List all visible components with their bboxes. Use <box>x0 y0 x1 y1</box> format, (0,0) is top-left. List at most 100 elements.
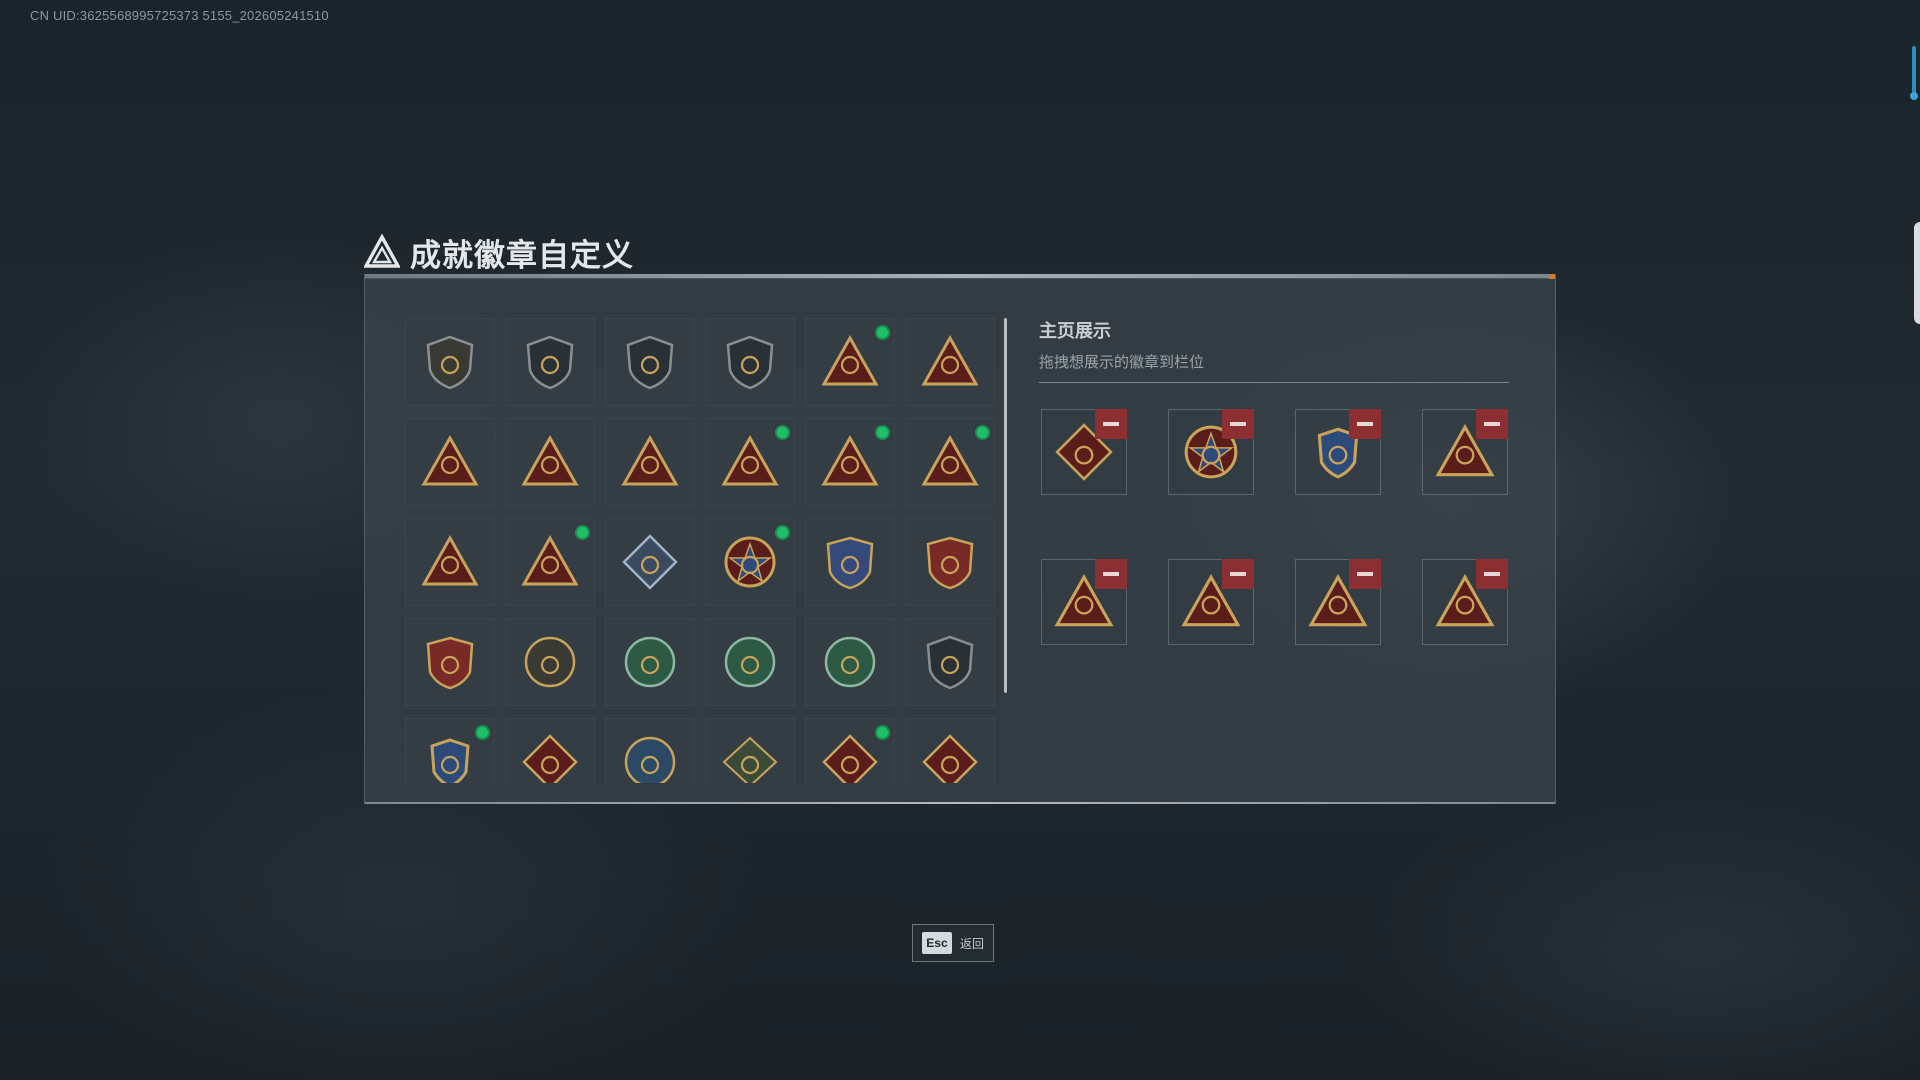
panel-bottom-line <box>365 802 1555 804</box>
badge-cell[interactable] <box>905 418 995 506</box>
showcase-slot[interactable] <box>1295 559 1381 645</box>
triangle-number-one-badge-icon <box>621 434 679 486</box>
badge-cell[interactable] <box>505 418 595 506</box>
page-header: 成就徽章自定义 <box>364 232 634 273</box>
remove-badge-button[interactable] <box>1095 559 1127 589</box>
showcase-title: 主页展示 <box>1039 321 1111 341</box>
triangle-wings-badge-icon <box>921 434 979 486</box>
minus-icon <box>1484 572 1500 576</box>
badge-cell[interactable] <box>705 718 795 783</box>
shield-helicopter-badge-icon <box>526 335 574 390</box>
showcase-slot[interactable] <box>1041 559 1127 645</box>
minus-icon <box>1484 422 1500 426</box>
back-label: 返回 <box>959 936 984 951</box>
badge-cell[interactable] <box>405 418 495 506</box>
badge-cell[interactable] <box>805 418 895 506</box>
homepage-showcase: 主页展示 拖拽想展示的徽章到栏位 <box>1039 317 1509 645</box>
remove-badge-button[interactable] <box>1222 559 1254 589</box>
diamond-cube-badge-icon <box>622 534 678 590</box>
showcase-divider <box>1039 382 1509 383</box>
triangle-soldier-badge-icon <box>821 434 879 486</box>
shield-triangle-badge-icon <box>426 335 474 390</box>
remove-badge-button[interactable] <box>1222 409 1254 439</box>
winged-shield-badge-icon <box>430 738 470 783</box>
remove-badge-button[interactable] <box>1349 559 1381 589</box>
showcase-slot[interactable] <box>1168 409 1254 495</box>
new-badge-dot <box>875 725 890 740</box>
new-badge-dot <box>875 325 890 340</box>
shield-diamond-badge-icon <box>626 335 674 390</box>
new-badge-dot <box>475 725 490 740</box>
badge-cell[interactable] <box>805 618 895 706</box>
badge-cell[interactable] <box>805 518 895 606</box>
showcase-hint: 拖拽想展示的徽章到栏位 <box>1039 354 1205 371</box>
edge-side-tab[interactable] <box>1914 222 1920 324</box>
badge-cell[interactable] <box>905 718 995 783</box>
blue-crest-badge-icon <box>826 536 874 590</box>
minus-icon <box>1357 572 1373 576</box>
triangle-canister-badge-icon <box>821 334 879 386</box>
badge-cell[interactable] <box>705 418 795 506</box>
uid-label: CN UID:3625568995725373 5155_20260524151… <box>30 8 329 23</box>
triangle-logo-icon <box>364 234 400 268</box>
red-shield-crest-badge-icon <box>426 636 474 690</box>
badge-cell[interactable] <box>405 618 495 706</box>
shield-arrow-badge-icon <box>726 335 774 390</box>
new-badge-dot <box>775 525 790 540</box>
panel-top-bar <box>365 274 1555 279</box>
showcase-slot[interactable] <box>1295 409 1381 495</box>
badge-cell[interactable] <box>405 318 495 406</box>
badge-cell[interactable] <box>605 318 695 406</box>
back-button[interactable]: Esc 返回 <box>912 924 994 962</box>
badge-cell[interactable] <box>405 718 495 783</box>
minus-icon <box>1230 572 1246 576</box>
shield-scope-badge-icon <box>926 635 974 690</box>
badge-cell[interactable] <box>905 318 995 406</box>
showcase-slot[interactable] <box>1168 559 1254 645</box>
triangle-figures-badge-icon <box>421 534 479 586</box>
minus-icon <box>1103 422 1119 426</box>
badge-cell[interactable] <box>805 318 895 406</box>
badge-cell[interactable] <box>605 518 695 606</box>
badge-cell[interactable] <box>505 318 595 406</box>
round-target-badge-icon <box>524 636 576 688</box>
showcase-slot[interactable] <box>1041 409 1127 495</box>
badge-cell[interactable] <box>505 718 595 783</box>
remove-badge-button[interactable] <box>1349 409 1381 439</box>
dragon-diamond-badge-icon <box>822 734 878 783</box>
badge-cell[interactable] <box>605 718 695 783</box>
new-badge-dot <box>775 425 790 440</box>
new-badge-dot <box>575 525 590 540</box>
badge-cell[interactable] <box>605 418 695 506</box>
minus-icon <box>1230 422 1246 426</box>
remove-badge-button[interactable] <box>1476 409 1508 439</box>
showcase-slot[interactable] <box>1422 559 1508 645</box>
badge-cell[interactable] <box>705 618 795 706</box>
triangle-helmet-badge-icon <box>521 434 579 486</box>
grid-scrollbar[interactable] <box>1004 318 1007 693</box>
badge-cell[interactable] <box>805 718 895 783</box>
badge-cell[interactable] <box>505 618 595 706</box>
wolf-diamond-badge-icon <box>522 734 578 783</box>
remove-badge-button[interactable] <box>1095 409 1127 439</box>
wasp-badge-icon <box>722 736 778 783</box>
star-medal-badge-icon <box>724 536 776 588</box>
badge-cell[interactable] <box>705 518 795 606</box>
green-skull-badge-icon <box>624 636 676 688</box>
badge-cell[interactable] <box>405 518 495 606</box>
badge-grid <box>405 318 1001 783</box>
badge-cell[interactable] <box>605 618 695 706</box>
remove-badge-button[interactable] <box>1476 559 1508 589</box>
badge-cell[interactable] <box>505 518 595 606</box>
badge-cell[interactable] <box>705 318 795 406</box>
showcase-slot[interactable] <box>1422 409 1508 495</box>
triangle-block-badge-icon <box>721 434 779 486</box>
showcase-slots <box>1041 409 1511 645</box>
red-crest-badge-icon <box>926 536 974 590</box>
badge-cell[interactable] <box>905 518 995 606</box>
triangle-canister-58-badge-icon <box>921 334 979 386</box>
edge-scroll-indicator[interactable] <box>1910 46 1918 100</box>
runner-diamond-badge-icon <box>922 734 978 783</box>
page-title: 成就徽章自定义 <box>410 237 634 273</box>
badge-cell[interactable] <box>905 618 995 706</box>
